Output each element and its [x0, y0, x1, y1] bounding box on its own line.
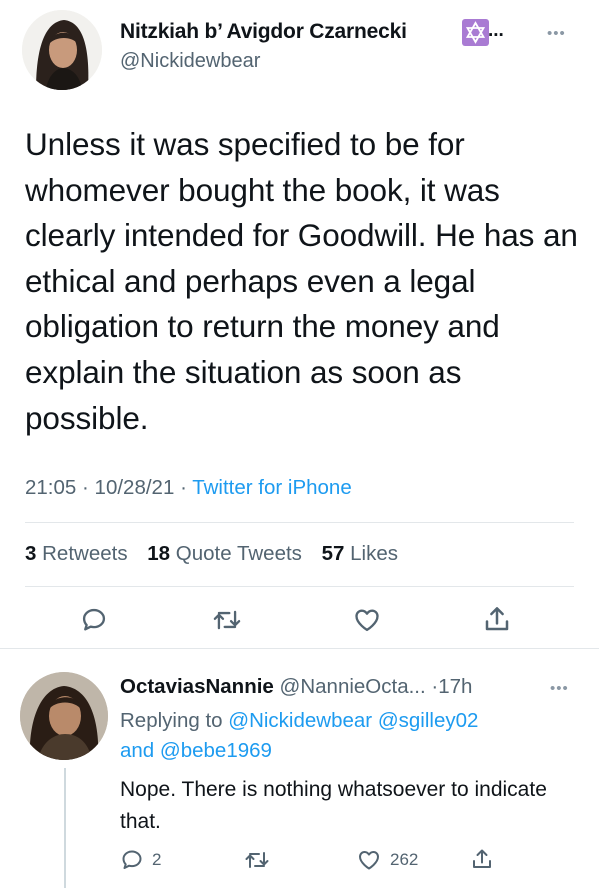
retweets-stat[interactable]: 3 Retweets: [25, 542, 128, 565]
reply-text: Nope. There is nothing whatsoever to ind…: [120, 778, 547, 833]
reply-icon: [82, 608, 106, 631]
retweet-icon: [245, 852, 269, 868]
share-button[interactable]: [482, 604, 512, 634]
retweets-label: Retweets: [42, 542, 128, 565]
like-count: 262: [390, 850, 419, 869]
heart-icon: [359, 851, 379, 870]
tweet-separator: [0, 648, 599, 649]
reply-icon: [122, 850, 142, 869]
reply-retweet-button[interactable]: [244, 848, 270, 872]
author-name[interactable]: Nitzkiah b’ Avigdor Czarnecki: [120, 20, 407, 44]
tweet-stats: 3 Retweets 18 Quote Tweets 57 Likes: [25, 542, 398, 566]
retweets-count: 3: [25, 542, 37, 565]
quote-tweets-count: 18: [147, 542, 171, 565]
likes-stat[interactable]: 57 Likes: [322, 542, 398, 565]
reply-like-button[interactable]: 262: [356, 848, 418, 872]
reply-time: ·17h: [431, 675, 473, 698]
reply-share-button[interactable]: [470, 846, 494, 872]
likes-label: Likes: [350, 542, 398, 565]
reply-reply-button[interactable]: 2: [120, 848, 161, 872]
heart-icon: [355, 609, 379, 632]
author-avatar[interactable]: [22, 10, 102, 90]
divider: [25, 522, 574, 523]
meta-separator: ·: [82, 476, 89, 499]
tweet-source-link[interactable]: Twitter for iPhone: [192, 476, 352, 499]
mention-link[interactable]: @sgilley02: [378, 709, 479, 732]
more-options-icon[interactable]: •••: [547, 26, 566, 41]
thread-line: [64, 768, 66, 888]
star-of-david-icon: [462, 19, 489, 46]
reply-count: 2: [152, 850, 162, 869]
mention-link[interactable]: @Nickidewbear: [228, 709, 372, 732]
reply-author-handle[interactable]: @NannieOcta...: [280, 675, 426, 698]
quote-tweets-stat[interactable]: 18 Quote Tweets: [147, 542, 302, 565]
replying-to: Replying to @Nickidewbear @sgilley02 and…: [120, 706, 560, 766]
name-truncation: ...: [488, 20, 504, 41]
tweet-text: Unless it was specified to be for whomev…: [25, 126, 578, 436]
mention-link[interactable]: @bebe1969: [160, 739, 272, 762]
like-button[interactable]: [352, 606, 382, 634]
tweet-meta: 21:05 · 10/28/21 · Twitter for iPhone: [25, 476, 352, 500]
reply-header: OctaviasNannie @NannieOcta... ·17h: [120, 675, 472, 699]
author-handle[interactable]: @Nickidewbear: [120, 50, 260, 73]
reply-button[interactable]: [80, 606, 108, 634]
quote-tweets-label: Quote Tweets: [175, 542, 302, 565]
meta-separator: ·: [180, 476, 187, 499]
reply-author-name[interactable]: OctaviasNannie: [120, 675, 274, 698]
mention-and: and: [120, 739, 155, 762]
likes-count: 57: [321, 542, 345, 565]
reply-author-avatar[interactable]: [20, 672, 108, 760]
reply-avatar-image: [20, 672, 108, 760]
share-icon: [473, 849, 491, 868]
author-avatar-image: [22, 10, 102, 90]
divider: [25, 586, 574, 587]
retweet-icon: [213, 610, 241, 630]
reply-more-options-icon[interactable]: •••: [550, 681, 569, 696]
replying-to-label: Replying to: [120, 709, 223, 732]
share-icon: [485, 607, 509, 631]
retweet-button[interactable]: [212, 606, 242, 634]
tweet-time: 21:05: [25, 476, 77, 499]
tweet-date: 10/28/21: [94, 476, 175, 499]
